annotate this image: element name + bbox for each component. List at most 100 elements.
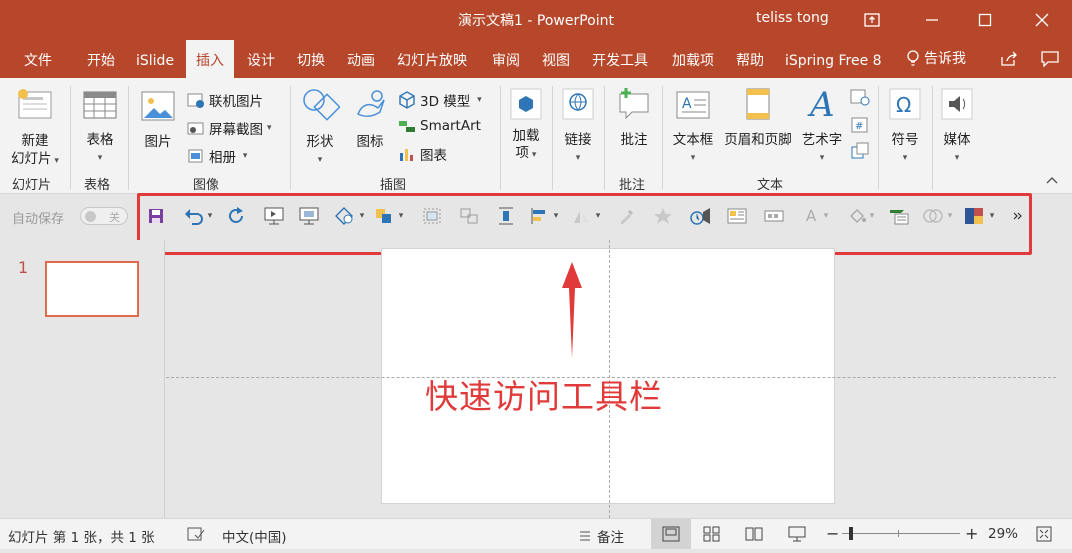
comments-icon[interactable] (1038, 47, 1062, 71)
minimize-icon[interactable] (920, 8, 944, 32)
ribbon-tabs: 文件 开始 iSlide 插入 设计 切换 动画 幻灯片放映 审阅 视图 开发工… (0, 40, 1072, 78)
symbol-label: 符号 (891, 132, 919, 148)
tab-home[interactable]: 开始 (85, 40, 117, 78)
smartart-icon (399, 121, 415, 132)
notes-button[interactable]: 备注 (578, 526, 624, 546)
tab-design[interactable]: 设计 (245, 40, 277, 78)
addins-label-2: 项 (515, 145, 530, 161)
textbox-button[interactable]: A 文本框 ▾ (668, 86, 718, 164)
wordart-label: 艺术字 (801, 132, 843, 148)
date-time-icon (850, 89, 870, 106)
3d-models-button[interactable]: 3D 模型 ▾ (398, 90, 482, 110)
shapes-label: 形状 (306, 134, 334, 150)
table-icon (83, 91, 117, 119)
table-button[interactable]: 表格 ▾ (78, 88, 122, 164)
media-label: 媒体 (943, 132, 971, 148)
share-icon[interactable] (997, 47, 1021, 71)
link-button[interactable]: 链接 ▾ (558, 86, 598, 164)
normal-view-button[interactable] (651, 519, 691, 549)
autosave-label: 自动保存 (12, 212, 65, 227)
comment-label: 批注 (620, 132, 648, 148)
icons-button[interactable]: 图标 (348, 86, 392, 150)
comment-icon (619, 88, 649, 120)
tab-animations[interactable]: 动画 (345, 40, 377, 78)
tab-ispring[interactable]: iSpring Free 8 (783, 40, 884, 78)
svg-text:A: A (807, 85, 835, 122)
online-pictures-icon (187, 93, 204, 108)
lightbulb-icon (907, 50, 919, 66)
notes-label: 备注 (597, 530, 624, 546)
language-status[interactable]: 中文(中国) (222, 526, 287, 546)
group-label-slides: 幻灯片 (12, 178, 52, 193)
collapse-ribbon-icon[interactable] (1046, 176, 1058, 184)
chart-label: 图表 (420, 148, 447, 164)
slide-sorter-view-icon[interactable] (703, 526, 721, 546)
reading-view-icon[interactable] (745, 526, 763, 546)
tab-file[interactable]: 文件 (22, 40, 54, 78)
close-icon[interactable] (1030, 8, 1054, 32)
tab-developer[interactable]: 开发工具 (590, 40, 650, 78)
media-button[interactable]: 媒体 ▾ (936, 86, 978, 164)
object-icon (851, 142, 869, 159)
zoom-slider-thumb[interactable] (849, 527, 853, 540)
header-footer-button[interactable]: 页眉和页脚 (718, 86, 798, 148)
speaker-icon (941, 88, 973, 120)
status-bar: 幻灯片 第 1 张，共 1 张 中文(中国) 备注 − + 29% (0, 518, 1072, 549)
ribbon-insert: 新建 幻灯片 ▾ 幻灯片 表格 ▾ 表格 图片 联机图片 屏幕截图 ▾ 相册 ▾ 图… (0, 78, 1072, 194)
screenshot-icon (187, 122, 204, 135)
autosave-toggle[interactable]: 关 (80, 207, 128, 225)
tab-help[interactable]: 帮助 (734, 40, 766, 78)
tab-slideshow[interactable]: 幻灯片放映 (395, 40, 469, 78)
online-pictures-button[interactable]: 联机图片 (187, 90, 263, 110)
window-title: 演示文稿1 - PowerPoint (458, 13, 614, 29)
header-footer-label: 页眉和页脚 (724, 132, 792, 148)
zoom-slider-center-mark (898, 530, 899, 537)
normal-view-icon (662, 526, 680, 542)
chart-button[interactable]: 图表 (398, 144, 447, 164)
symbol-button[interactable]: Ω 符号 ▾ (884, 86, 926, 164)
ribbon-display-options-icon[interactable] (860, 8, 884, 32)
zoom-slider[interactable] (842, 533, 960, 534)
user-name[interactable]: teliss tong (756, 10, 829, 26)
addins-button[interactable]: 加载项 ▾ (506, 86, 546, 164)
object-button[interactable] (850, 142, 870, 160)
new-slide-label-1: 新建 (21, 133, 49, 149)
textbox-icon: A (676, 91, 710, 119)
fit-slide-icon[interactable] (1036, 526, 1052, 546)
picture-button[interactable]: 图片 (136, 88, 180, 150)
maximize-icon[interactable] (973, 8, 997, 32)
screenshot-button[interactable]: 屏幕截图 ▾ (187, 118, 272, 138)
slide-thumbnail[interactable] (45, 261, 139, 317)
autosave-state: 关 (109, 211, 120, 224)
slide-number-button[interactable]: # (850, 116, 870, 134)
tab-islide[interactable]: iSlide (134, 40, 176, 78)
tab-view[interactable]: 视图 (540, 40, 572, 78)
link-icon (562, 88, 594, 120)
comment-button[interactable]: 批注 (612, 86, 656, 148)
accessibility-check-icon[interactable] (187, 526, 205, 546)
zoom-out-icon[interactable]: − (826, 524, 839, 543)
zoom-in-icon[interactable]: + (965, 524, 978, 543)
wordart-button[interactable]: A 艺术字 ▾ (798, 84, 846, 164)
tab-transitions[interactable]: 切换 (295, 40, 327, 78)
smartart-label: SmartArt (420, 118, 481, 134)
smartart-button[interactable]: SmartArt (398, 118, 481, 134)
online-pictures-label: 联机图片 (209, 94, 263, 110)
tab-insert[interactable]: 插入 (186, 40, 234, 78)
picture-icon (141, 91, 175, 121)
shapes-button[interactable]: 形状 ▾ (298, 86, 342, 166)
tab-review[interactable]: 审阅 (490, 40, 522, 78)
slideshow-view-icon[interactable] (788, 526, 806, 546)
new-slide-button[interactable]: 新建 幻灯片 ▾ (6, 86, 64, 170)
screenshot-label: 屏幕截图 (209, 122, 263, 138)
new-slide-icon (18, 89, 52, 119)
album-button[interactable]: 相册 ▾ (187, 146, 247, 166)
group-label-illustrations: 插图 (380, 178, 407, 193)
tab-addins[interactable]: 加载项 (670, 40, 716, 78)
tell-me-search[interactable]: 告诉我 (904, 40, 968, 78)
icons-icon (357, 90, 385, 117)
date-time-button[interactable] (850, 88, 870, 106)
zoom-level[interactable]: 29% (988, 526, 1018, 542)
addins-icon (510, 88, 542, 120)
shapes-icon (303, 89, 341, 121)
